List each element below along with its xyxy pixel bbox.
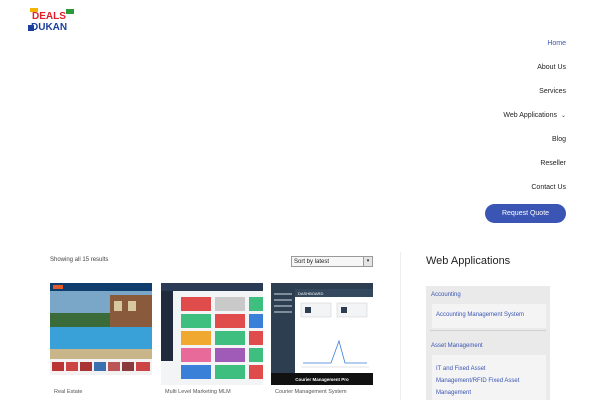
sidebar-category-accounting[interactable]: Accounting — [431, 292, 461, 298]
thumb-banner-text: Courier Management Pro — [295, 377, 349, 382]
nav-blog-label: Blog — [551, 136, 566, 143]
request-quote-button[interactable]: Request Quote — [485, 204, 566, 223]
nav-web-applications[interactable]: Web Applications ⌄ — [503, 112, 566, 119]
real-estate-thumbnail-graphic — [50, 283, 152, 385]
nav-home[interactable]: Home — [547, 40, 566, 47]
product-card[interactable]: Real Estate — [50, 283, 152, 395]
sidebar-subcategory-accounting-management[interactable]: Accounting Management System — [436, 312, 524, 318]
dropdown-arrow-icon: ▾ — [363, 257, 372, 266]
product-title[interactable]: Courier Management System — [271, 389, 373, 395]
product-thumbnail[interactable] — [161, 283, 263, 385]
sidebar-title: Web Applications — [426, 255, 511, 267]
product-title[interactable]: Multi Level Marketing MLM — [161, 389, 263, 395]
nav-contact-label: Contact Us — [531, 184, 566, 191]
courier-thumbnail-graphic: DASHBOARD Courier Management Pro — [271, 283, 373, 385]
mlm-thumbnail-graphic — [161, 283, 263, 385]
product-card[interactable]: DASHBOARD Courier Management Pro Courier… — [271, 283, 373, 395]
sidebar-subcategory-it-fixed-asset[interactable]: IT and Fixed Asset Management/RFID Fixed… — [436, 363, 536, 399]
sort-value: Sort by latest — [294, 259, 330, 265]
nav-about-us[interactable]: About Us — [537, 64, 566, 71]
nav-services-label: Services — [539, 88, 566, 95]
nav-about-label: About Us — [537, 64, 566, 71]
column-divider — [400, 252, 401, 400]
product-thumbnail[interactable] — [50, 283, 152, 385]
logo-top-text: DEALS — [32, 11, 66, 22]
nav-services[interactable]: Services — [539, 88, 566, 95]
product-thumbnail[interactable]: DASHBOARD Courier Management Pro — [271, 283, 373, 385]
sort-select[interactable]: Sort by latest ▾ — [291, 256, 373, 267]
chevron-down-icon: ⌄ — [560, 113, 566, 119]
nav-web-applications-label: Web Applications — [503, 112, 557, 119]
nav-reseller-label: Reseller — [540, 160, 566, 167]
results-count: Showing all 15 results — [50, 257, 109, 263]
product-title[interactable]: Real Estate — [50, 389, 152, 395]
nav-home-label: Home — [547, 40, 566, 47]
sidebar-rule — [430, 330, 546, 331]
nav-reseller[interactable]: Reseller — [540, 160, 566, 167]
product-card[interactable]: Multi Level Marketing MLM — [161, 283, 263, 395]
logo-bottom-text: DUKAN — [31, 22, 67, 33]
dashboard-header-text: DASHBOARD — [298, 291, 323, 296]
nav-blog[interactable]: Blog — [552, 136, 566, 143]
nav-contact-us[interactable]: Contact Us — [531, 184, 566, 191]
logo[interactable]: DEALS DUKAN — [28, 7, 78, 33]
sidebar-category-asset-management[interactable]: Asset Management — [431, 343, 483, 349]
logo-graphic: DEALS DUKAN — [28, 8, 74, 33]
